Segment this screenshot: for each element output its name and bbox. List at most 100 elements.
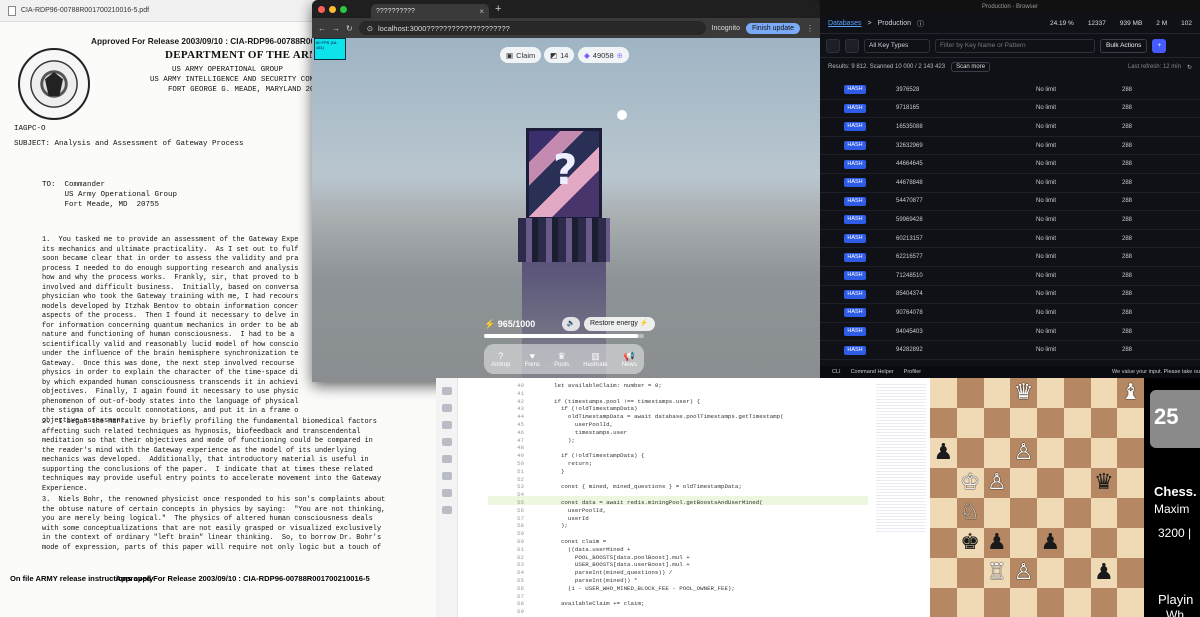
board-square[interactable] <box>1063 588 1091 617</box>
finish-update-button[interactable]: Finish update <box>745 22 800 34</box>
code-editor[interactable]: 40 let availableClaim: number = 0; 41 42 if … <box>436 378 930 617</box>
board-square[interactable] <box>1090 378 1118 408</box>
board-square[interactable] <box>1010 498 1037 528</box>
board-square[interactable] <box>1117 438 1144 468</box>
board-square[interactable] <box>1037 468 1064 498</box>
structure-icon[interactable] <box>441 438 452 446</box>
code-line[interactable]: (1 - USER_WHO_MINED_BLOCK_FEE - POOL_OWN… <box>554 585 735 592</box>
chess-piece[interactable]: ♟ <box>984 528 1011 558</box>
board-square[interactable] <box>983 498 1011 528</box>
table-row[interactable]: HASH 60213157 No limit 288 <box>820 230 1200 249</box>
new-tab-button[interactable]: + <box>495 3 501 15</box>
code-line[interactable]: if (!oldTimestampData) <box>554 405 638 412</box>
code-line[interactable]: timestamps.user <box>554 429 627 436</box>
code-line[interactable]: userPoolId, <box>554 421 613 428</box>
board-square[interactable] <box>930 528 957 558</box>
board-square[interactable] <box>1090 498 1118 528</box>
board-square[interactable] <box>1037 378 1064 408</box>
code-line[interactable]: const data = await redis.miningPool.getB… <box>554 499 763 506</box>
board-square[interactable] <box>983 408 1011 438</box>
board-square[interactable] <box>930 588 957 617</box>
debug-icon[interactable] <box>441 472 452 480</box>
balance-badge[interactable]: ◆ 49058 ⊕ <box>578 47 629 63</box>
command-helper-button[interactable]: Command Helper <box>851 369 894 375</box>
commit-icon[interactable] <box>441 404 452 412</box>
chess-piece[interactable]: ♝ <box>1117 378 1144 408</box>
nav-item-pools[interactable]: ♛ Pools <box>554 351 569 368</box>
code-line[interactable]: if (timestamps.pool !== timestamps.user)… <box>554 398 700 405</box>
mystery-cube[interactable]: ? <box>526 128 602 220</box>
code-line[interactable]: ); <box>554 522 568 529</box>
board-square[interactable] <box>930 468 957 498</box>
key-type-select[interactable]: All Key Types <box>864 38 930 53</box>
terminal-icon[interactable] <box>441 506 452 514</box>
code-line[interactable]: const claim = <box>554 538 606 545</box>
claim-button[interactable]: ▣ Claim <box>500 47 542 63</box>
minimize-window-button[interactable] <box>329 5 336 13</box>
feedback-toast[interactable]: We value your input. Please take ou <box>1112 369 1200 375</box>
chess-piece[interactable]: ♙ <box>984 468 1011 498</box>
board-square[interactable] <box>956 438 984 468</box>
code-line[interactable]: availableClaim += claim; <box>554 600 645 607</box>
table-row[interactable]: HASH 94045403 No limit 288 <box>820 323 1200 342</box>
table-row[interactable]: HASH 71248510 No limit 288 <box>820 267 1200 286</box>
board-square[interactable] <box>1117 588 1144 617</box>
profiler-button[interactable]: Profiler <box>904 369 921 375</box>
board-square[interactable] <box>1117 558 1144 588</box>
code-line[interactable]: parseInt(mined_questions)) / <box>554 569 672 576</box>
board-square[interactable] <box>1037 498 1064 528</box>
chess-piece[interactable]: ♟ <box>930 438 957 468</box>
board-square[interactable] <box>930 378 957 408</box>
table-row[interactable]: HASH 16535088 No limit 288 <box>820 118 1200 137</box>
minimap[interactable] <box>876 382 926 532</box>
cli-button[interactable]: CLI <box>832 369 841 375</box>
bulk-actions-button[interactable]: Bulk Actions <box>1100 38 1148 53</box>
board-square[interactable] <box>1063 558 1091 588</box>
site-info-icon[interactable]: ⊙ <box>367 24 373 33</box>
reload-icon[interactable]: ↻ <box>346 24 353 33</box>
board-square[interactable] <box>1010 468 1037 498</box>
key-filter-input[interactable]: Filter by Key Name or Pattern <box>935 38 1095 53</box>
board-square[interactable] <box>1063 528 1091 558</box>
address-bar[interactable]: ⊙ localhost:3000???????????????????? <box>358 21 706 35</box>
services-icon[interactable] <box>441 489 452 497</box>
board-square[interactable] <box>983 438 1011 468</box>
board-square[interactable] <box>1037 588 1064 617</box>
code-line[interactable]: } <box>554 468 564 475</box>
chess-board[interactable]: ♛ ♝ ♟ ♙ ♔ ♙ ♛ ♘ ♚ ♟ ♟ ♖ ♙ ♟ <box>930 378 1144 617</box>
view-tree-button[interactable] <box>845 38 859 53</box>
board-square[interactable] <box>1010 528 1037 558</box>
chess-piece[interactable]: ♟ <box>1091 558 1118 588</box>
board-square[interactable] <box>956 588 984 617</box>
code-line[interactable]: USER_BOOSTS[data.userBoost].mul + <box>554 561 690 568</box>
chess-piece[interactable]: ♟ <box>1037 528 1064 558</box>
chess-piece[interactable]: ♛ <box>1010 378 1037 408</box>
table-row[interactable]: HASH 44664645 No limit 288 <box>820 155 1200 174</box>
code-line[interactable]: let availableClaim: number = 0; <box>554 382 662 389</box>
board-square[interactable] <box>983 378 1011 408</box>
board-square[interactable] <box>1063 378 1091 408</box>
board-square[interactable] <box>1037 438 1064 468</box>
table-row[interactable]: HASH 3976528 No limit 288 <box>820 81 1200 100</box>
menu-icon[interactable]: ⋮ <box>806 24 814 33</box>
nav-item-news[interactable]: 📢 News <box>622 351 637 368</box>
code-line[interactable]: const { mined, mined_questions } = oldTi… <box>554 483 742 490</box>
board-square[interactable] <box>1117 528 1144 558</box>
code-line[interactable]: userId <box>554 515 589 522</box>
chess-piece[interactable]: ♛ <box>1091 468 1118 498</box>
board-square[interactable] <box>1090 408 1118 438</box>
code-line[interactable]: parseInt(mined)) * <box>554 577 638 584</box>
board-square[interactable] <box>1010 588 1037 617</box>
board-square[interactable] <box>1090 588 1118 617</box>
code-line[interactable]: oldTimestampData = await database.poolTi… <box>554 413 784 420</box>
table-row[interactable]: HASH 44678848 No limit 288 <box>820 174 1200 193</box>
forward-icon[interactable]: → <box>332 24 340 33</box>
add-key-button[interactable]: + <box>1152 38 1167 53</box>
project-icon[interactable] <box>441 387 452 395</box>
chess-piece[interactable]: ♙ <box>1010 558 1037 588</box>
board-square[interactable] <box>956 378 984 408</box>
board-square[interactable] <box>1117 498 1144 528</box>
table-row[interactable]: HASH 9718165 No limit 288 <box>820 100 1200 119</box>
board-square[interactable] <box>1010 408 1037 438</box>
board-square[interactable] <box>1063 438 1091 468</box>
